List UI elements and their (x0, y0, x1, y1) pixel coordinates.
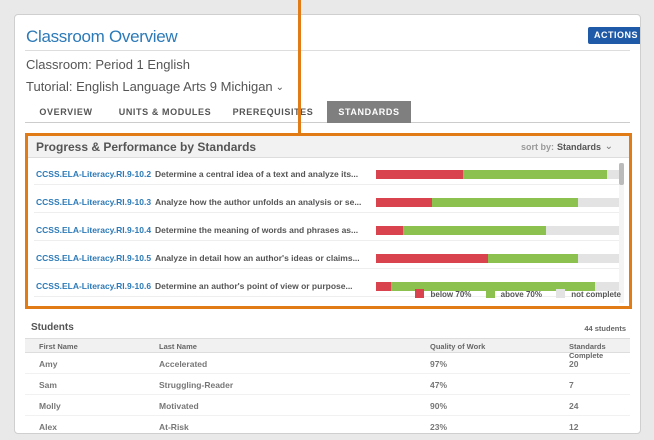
progress-bar (376, 226, 619, 235)
standard-code-link[interactable]: CCSS.ELA-Literacy.RI.9-10.6 (36, 281, 151, 291)
standards-complete-cell: 12 (569, 422, 579, 432)
tab-prerequisites[interactable]: PREREQUISITES (223, 101, 323, 123)
tutorial-dropdown[interactable]: Tutorial: English Language Arts 9 Michig… (26, 79, 284, 94)
standard-row[interactable]: CCSS.ELA-Literacy.RI.9-10.4 Determine the… (34, 219, 624, 241)
first-name-cell: Sam (39, 380, 57, 390)
standard-row[interactable]: CCSS.ELA-Literacy.RI.9-10.5 Analyze in de… (34, 247, 624, 269)
last-name-cell: Struggling-Reader (159, 380, 234, 390)
quality-cell: 97% (430, 359, 448, 369)
bar-segment-below-70 (376, 198, 432, 207)
last-name-cell: Accelerated (159, 359, 208, 369)
callout-line (298, 0, 301, 134)
sort-value: Standards (556, 142, 601, 152)
table-row[interactable]: Amy Accelerated 97% 20 (25, 353, 630, 374)
legend-above: above 70% (485, 289, 542, 299)
bar-segment-above-70 (487, 254, 578, 263)
first-name-cell: Molly (39, 401, 61, 411)
standard-code-link[interactable]: CCSS.ELA-Literacy.RI.9-10.5 (36, 253, 151, 263)
bar-segment-below-70 (376, 282, 391, 291)
bar-segment-above-70 (402, 226, 547, 235)
progress-bar (376, 254, 619, 263)
table-row[interactable]: Molly Motivated 90% 24 (25, 395, 630, 416)
legend-label: above 70% (500, 290, 542, 299)
scroll-thumb[interactable] (619, 163, 624, 185)
tab-bar: OVERVIEW UNITS & MODULES PREREQUISITES S… (25, 101, 630, 123)
standard-row[interactable]: CCSS.ELA-Literacy.RI.9-10.3 Analyze how t… (34, 191, 624, 213)
quality-cell: 47% (430, 380, 448, 390)
legend-label: not complete (571, 290, 621, 299)
column-header-first-name[interactable]: First Name (39, 342, 78, 351)
bar-segment-below-70 (376, 170, 464, 179)
standards-complete-cell: 7 (569, 380, 574, 390)
last-name-cell: Motivated (159, 401, 199, 411)
standards-panel: Progress & Performance by Standards sort… (25, 133, 632, 309)
bar-segment-below-70 (376, 254, 488, 263)
bar-segment-below-70 (376, 226, 403, 235)
legend-below: below 70% (415, 289, 471, 299)
standard-description: Determine the meaning of words and phras… (155, 225, 359, 235)
students-title: Students (31, 322, 74, 333)
quality-cell: 23% (430, 422, 448, 432)
actions-button[interactable]: ACTIONS (588, 27, 640, 44)
standards-complete-cell: 24 (569, 401, 579, 411)
tab-units-modules[interactable]: UNITS & MODULES (111, 101, 219, 123)
table-row[interactable]: Sam Struggling-Reader 47% 7 (25, 374, 630, 395)
tab-standards[interactable]: STANDARDS (327, 101, 411, 123)
standards-complete-cell: 20 (569, 359, 579, 369)
standard-code-link[interactable]: CCSS.ELA-Literacy.RI.9-10.4 (36, 225, 151, 235)
students-table: First Name Last Name Quality of Work Sta… (25, 338, 630, 433)
standard-description: Determine an author's point of view or p… (155, 281, 353, 291)
column-header-last-name[interactable]: Last Name (159, 342, 197, 351)
page-title: Classroom Overview (26, 27, 178, 46)
tutorial-label: Tutorial: English Language Arts 9 Michig… (26, 79, 273, 94)
legend: below 70% above 70% not complete (403, 289, 621, 301)
classroom-label: Classroom: Period 1 English (26, 57, 191, 72)
classroom-overview-card: Classroom Overview ACTIONS Classroom: Pe… (14, 14, 641, 434)
panel-title: Progress & Performance by Standards (36, 140, 257, 154)
students-count: 44 students (584, 324, 626, 333)
bar-segment-above-70 (431, 198, 578, 207)
standard-row[interactable]: CCSS.ELA-Literacy.RI.9-10.2 Determine a c… (34, 163, 624, 185)
legend-swatch-below (415, 289, 425, 298)
legend-swatch-above (485, 289, 495, 298)
standard-description: Analyze how the author unfolds an analys… (155, 197, 362, 207)
legend-swatch-not-complete (556, 289, 566, 298)
first-name-cell: Amy (39, 359, 58, 369)
legend-label: below 70% (430, 290, 472, 299)
standard-description: Determine a central idea of a text and a… (155, 169, 359, 179)
table-header: First Name Last Name Quality of Work Sta… (25, 338, 630, 360)
table-row[interactable]: Alex At-Risk 23% 12 (25, 416, 630, 433)
column-header-quality[interactable]: Quality of Work (430, 342, 485, 351)
chevron-down-icon[interactable]: ⌄ (605, 141, 613, 152)
first-name-cell: Alex (39, 422, 57, 432)
scrollbar[interactable] (619, 163, 624, 303)
sort-control[interactable]: sort by: Standards (521, 142, 601, 152)
legend-not-complete: not complete (556, 289, 621, 299)
standard-code-link[interactable]: CCSS.ELA-Literacy.RI.9-10.2 (36, 169, 151, 179)
progress-bar (376, 170, 619, 179)
sort-label: sort by: (520, 142, 554, 152)
progress-bar (376, 198, 619, 207)
standard-description: Analyze in detail how an author's ideas … (155, 253, 360, 263)
chevron-down-icon: ⌄ (275, 82, 285, 93)
standard-code-link[interactable]: CCSS.ELA-Literacy.RI.9-10.3 (36, 197, 151, 207)
last-name-cell: At-Risk (159, 422, 189, 432)
panel-header: Progress & Performance by Standards sort… (28, 136, 629, 158)
quality-cell: 90% (430, 401, 448, 411)
bar-segment-above-70 (463, 170, 607, 179)
title-divider (25, 50, 630, 51)
tab-overview[interactable]: OVERVIEW (33, 101, 99, 123)
